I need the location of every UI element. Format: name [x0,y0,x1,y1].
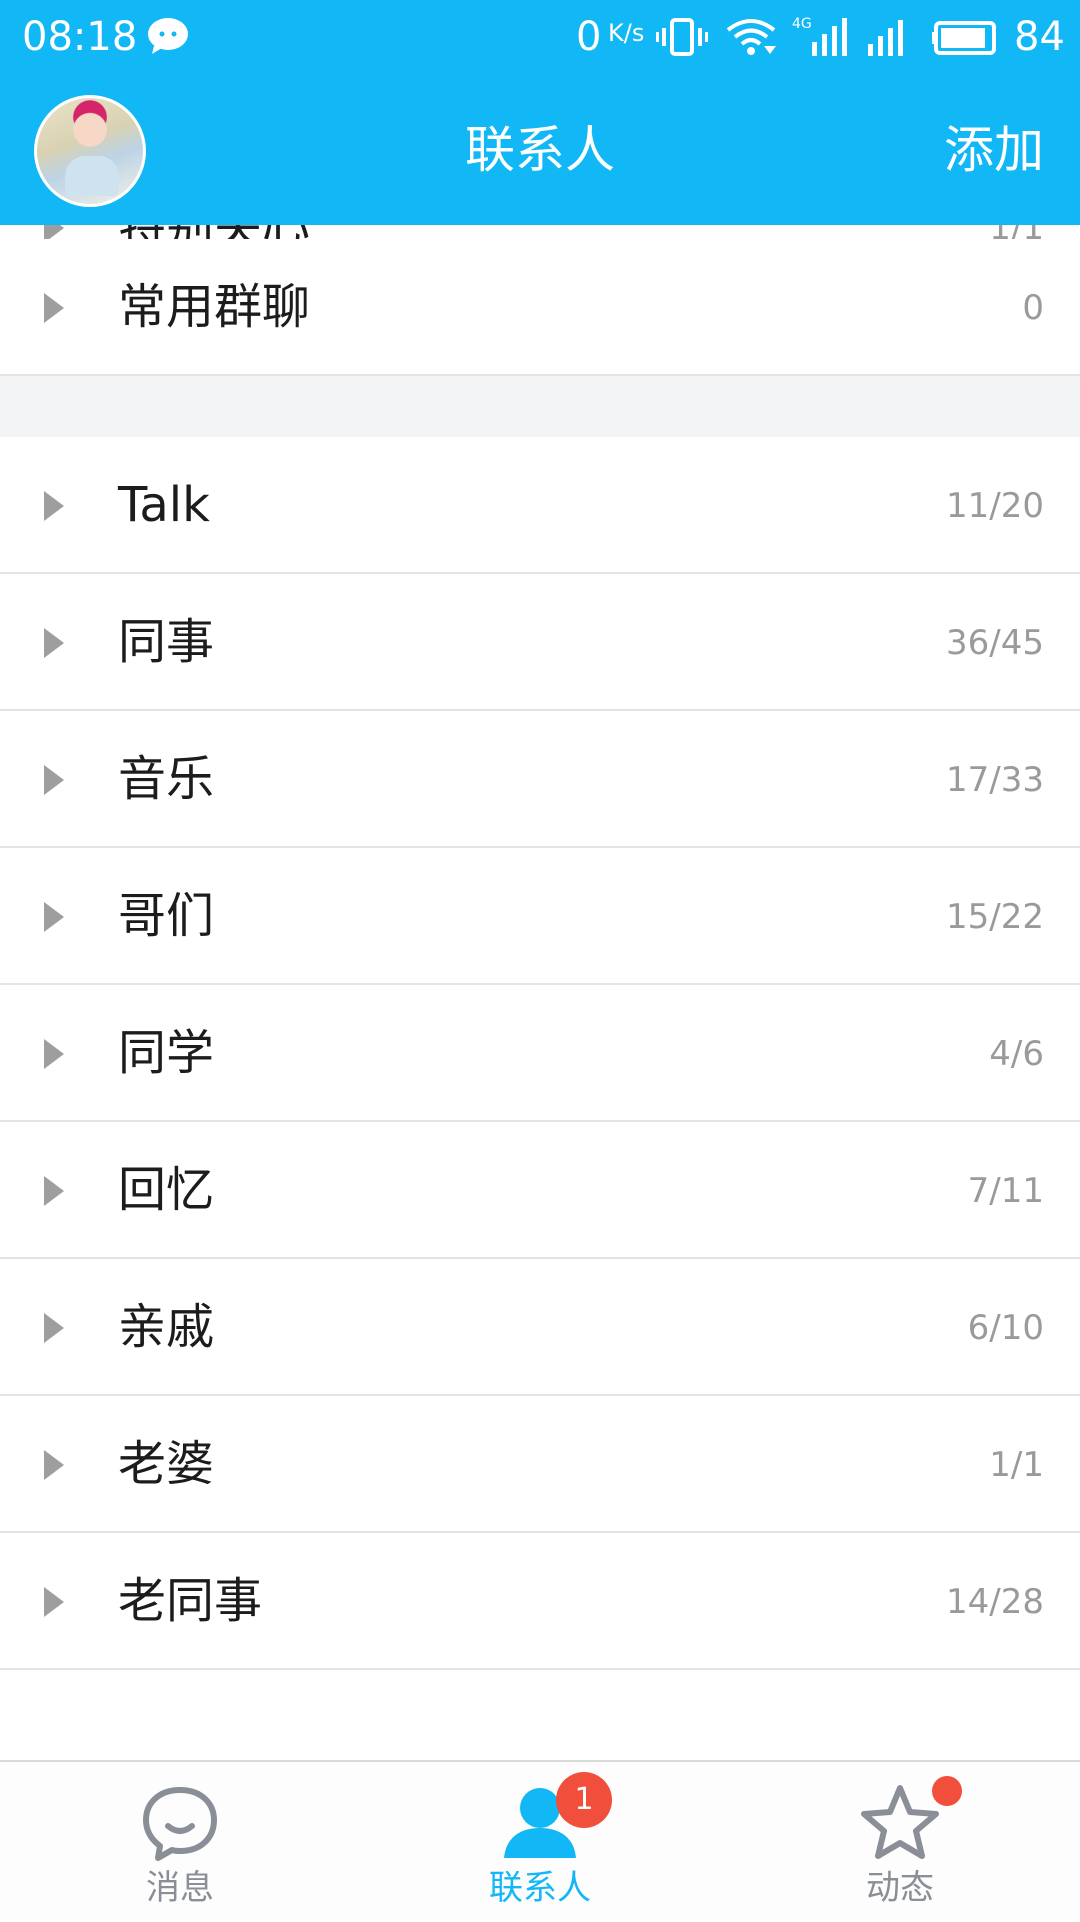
expand-arrow-icon [44,491,64,521]
expand-arrow-icon [44,1176,64,1206]
group-count: 4/6 [989,1034,1044,1074]
group-row[interactable]: 老同事 14/28 [0,1533,1080,1670]
expand-arrow-icon [44,902,64,932]
group-row[interactable]: Talk 11/20 [0,437,1080,574]
expand-arrow-icon [44,1587,64,1617]
group-row[interactable]: 常用群聊 0 [0,239,1080,376]
group-count: 36/45 [946,623,1044,663]
group-label: 哥们 [118,888,215,944]
tab-moments[interactable]: 动态 [800,1762,1000,1922]
group-count: 14/28 [946,1582,1044,1622]
group-label: 回忆 [118,1162,215,1218]
group-label: 老同事 [118,1573,263,1629]
expand-arrow-icon [44,293,64,323]
group-row[interactable]: 哥们 15/22 [0,848,1080,985]
group-row[interactable]: 老婆 1/1 [0,1396,1080,1533]
group-label: 常用群聊 [118,279,311,335]
star-icon [861,1785,939,1859]
group-label: 亲戚 [118,1299,215,1355]
group-count: 0 [1022,288,1044,328]
group-label: Talk [118,477,210,533]
tab-label: 动态 [866,1868,934,1908]
wifi-icon [726,19,776,55]
expand-arrow-icon [44,1039,64,1069]
group-label: 同事 [118,614,215,670]
expand-arrow-icon [44,1313,64,1343]
group-count: 7/11 [967,1171,1044,1211]
expand-arrow-icon [44,765,64,795]
app-header: 联系人 添加 [0,75,1080,225]
status-time: 08:18 [22,14,138,60]
group-label: 同学 [118,1025,215,1081]
contact-group-list[interactable]: 特别关心 1/1 常用群聊 0 Talk 11/20 同事 36/45 音乐 1… [0,225,1080,1760]
section-divider [0,376,1080,437]
chat-bubble-icon [148,18,188,54]
group-row[interactable]: 音乐 17/33 [0,711,1080,848]
top-bar: 08:18 0 K/s 4G 84 联系人 添加 [0,0,1080,225]
group-count: 1/1 [989,1445,1044,1485]
add-button[interactable]: 添加 [944,117,1044,183]
tab-label: 联系人 [489,1868,591,1908]
tab-label: 消息 [146,1868,214,1908]
group-count: 15/22 [946,897,1044,937]
battery-level: 84 [1014,14,1065,60]
tab-messages[interactable]: 消息 [80,1762,280,1922]
group-label: 老婆 [118,1436,215,1492]
page-title: 联系人 [465,121,615,179]
group-label: 音乐 [118,751,215,807]
signal-4g-icon [812,18,847,56]
group-row[interactable]: 同事 36/45 [0,574,1080,711]
bottom-nav: 消息 联系人 1 动态 [0,1760,1080,1920]
notification-badge: 1 [556,1772,612,1828]
signal-icon [868,20,903,56]
group-row[interactable]: 回忆 7/11 [0,1122,1080,1259]
vibrate-icon [656,18,708,56]
status-bar: 08:18 0 K/s 4G 84 [0,0,1080,75]
net-speed-unit: K/s [608,19,645,47]
new-activity-dot [932,1776,962,1806]
message-bubble-icon [143,1787,217,1861]
tab-contacts[interactable]: 联系人 [440,1762,640,1922]
group-row[interactable]: 同学 4/6 [0,985,1080,1122]
expand-arrow-icon [44,628,64,658]
group-count: 11/20 [946,486,1044,526]
battery-icon [932,21,996,55]
group-count: 6/10 [967,1308,1044,1348]
group-count: 17/33 [946,760,1044,800]
net-speed-value: 0 [576,14,602,60]
expand-arrow-icon [44,1450,64,1480]
group-row[interactable]: 亲戚 6/10 [0,1259,1080,1396]
